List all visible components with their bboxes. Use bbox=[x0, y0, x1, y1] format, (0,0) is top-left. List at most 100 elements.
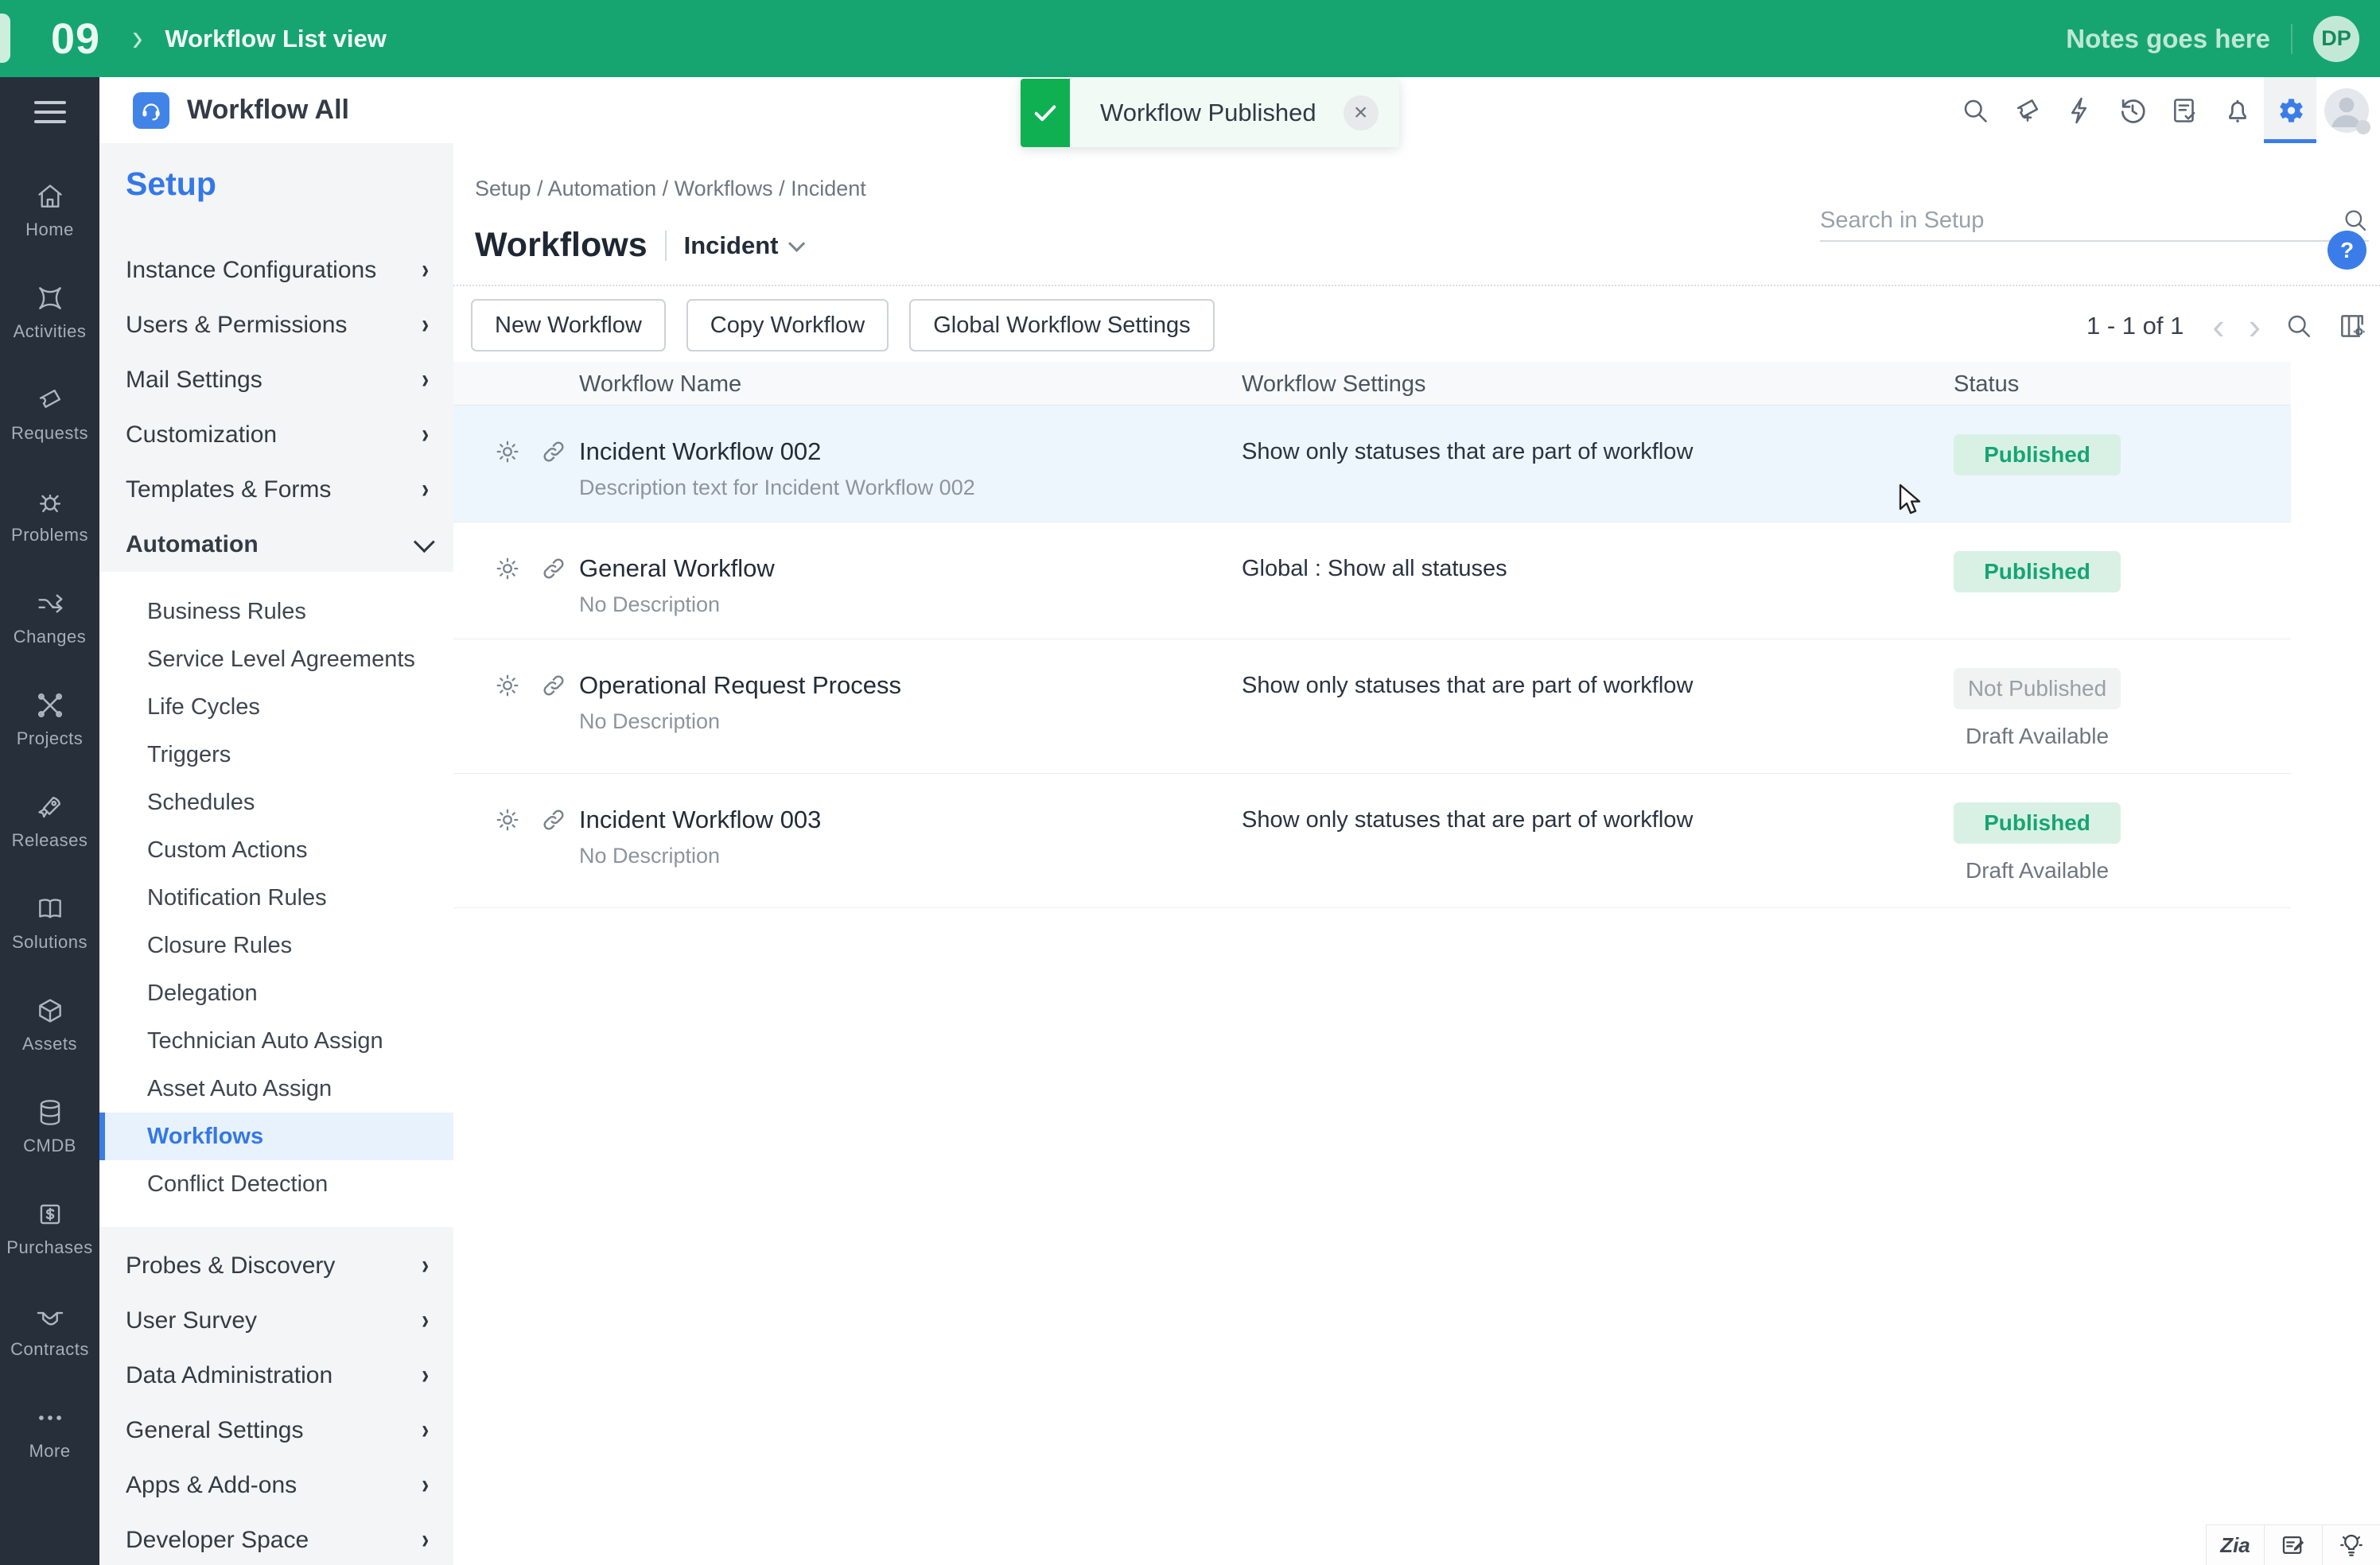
submenu-custom-actions[interactable]: Custom Actions bbox=[99, 826, 453, 874]
search-in-setup-input[interactable]: Search in Setup bbox=[1820, 200, 2369, 242]
submenu-notification-rules[interactable]: Notification Rules bbox=[99, 874, 453, 922]
menu-developer-space[interactable]: Developer Space › bbox=[99, 1513, 453, 1565]
toast-close-icon[interactable]: × bbox=[1343, 95, 1379, 130]
status-badge: Not Published bbox=[1954, 668, 2121, 709]
notifications-icon[interactable] bbox=[2211, 77, 2264, 143]
status-badge: Published bbox=[1954, 551, 2121, 592]
breadcrumb[interactable]: Setup / Automation / Workflows / Inciden… bbox=[475, 177, 866, 201]
row-settings-gear-icon[interactable] bbox=[493, 554, 522, 583]
menu-users-permissions[interactable]: Users & Permissions › bbox=[99, 297, 453, 352]
table-row[interactable]: Operational Request Process No Descripti… bbox=[453, 639, 2291, 774]
menu-data-administration[interactable]: Data Administration › bbox=[99, 1348, 453, 1403]
hamburger-icon[interactable] bbox=[33, 101, 66, 123]
submenu-delegation[interactable]: Delegation bbox=[99, 969, 453, 1017]
menu-apps-addons[interactable]: Apps & Add-ons › bbox=[99, 1458, 453, 1513]
module-selector[interactable]: Incident bbox=[684, 231, 779, 260]
menu-probes-discovery[interactable]: Probes & Discovery › bbox=[99, 1238, 453, 1293]
row-link-icon[interactable] bbox=[539, 554, 568, 583]
banner-title: Workflow List view bbox=[165, 24, 387, 52]
submenu-closure-rules[interactable]: Closure Rules bbox=[99, 922, 453, 969]
row-link-icon[interactable] bbox=[539, 437, 568, 466]
menu-automation[interactable]: Automation bbox=[99, 517, 453, 572]
dotted-divider bbox=[453, 285, 2380, 286]
copy-workflow-button[interactable]: Copy Workflow bbox=[686, 299, 889, 351]
rail-item-releases[interactable]: Releases bbox=[0, 771, 99, 872]
status-dot bbox=[2356, 119, 2370, 134]
history-icon[interactable] bbox=[2106, 77, 2159, 143]
column-chooser-icon[interactable] bbox=[2337, 311, 2367, 341]
chevron-right-icon: › bbox=[421, 1305, 429, 1335]
quick-actions-icon[interactable] bbox=[2054, 77, 2106, 143]
rail-item-projects[interactable]: Projects bbox=[0, 669, 99, 771]
next-page-icon[interactable]: › bbox=[2249, 308, 2261, 344]
feedback-icon[interactable] bbox=[2264, 1525, 2322, 1565]
rail-item-contracts[interactable]: Contracts bbox=[0, 1280, 99, 1381]
workflow-name-link[interactable]: General Workflow bbox=[579, 554, 775, 583]
rail-item-requests[interactable]: Requests bbox=[0, 363, 99, 465]
help-button[interactable]: ? bbox=[2328, 231, 2366, 270]
table-row[interactable]: Incident Workflow 002 Description text f… bbox=[453, 406, 2291, 522]
rail-item-solutions[interactable]: Solutions bbox=[0, 872, 99, 974]
row-settings-gear-icon[interactable] bbox=[493, 437, 522, 466]
submenu-conflict-detection[interactable]: Conflict Detection bbox=[99, 1160, 453, 1208]
rail-item-changes[interactable]: Changes bbox=[0, 567, 99, 669]
submenu-technician-auto-assign[interactable]: Technician Auto Assign bbox=[99, 1017, 453, 1065]
setup-sidebar: Setup Instance Configurations › Users & P… bbox=[99, 143, 453, 1565]
list-search-icon[interactable] bbox=[2285, 312, 2313, 340]
table-row[interactable]: Incident Workflow 003 No Description Sho… bbox=[453, 774, 2291, 908]
edge-pill bbox=[0, 14, 10, 63]
workflow-name-link[interactable]: Operational Request Process bbox=[579, 671, 901, 700]
table-header: Workflow Name Workflow Settings Status bbox=[453, 362, 2291, 406]
menu-user-survey[interactable]: User Survey › bbox=[99, 1293, 453, 1348]
rail-item-problems[interactable]: Problems bbox=[0, 465, 99, 567]
submenu-life-cycles[interactable]: Life Cycles bbox=[99, 683, 453, 731]
submenu-triggers[interactable]: Triggers bbox=[99, 731, 453, 779]
table-row[interactable]: General Workflow No Description Global :… bbox=[453, 522, 2291, 639]
rail-item-more[interactable]: More bbox=[0, 1381, 99, 1483]
col-workflow-settings: Workflow Settings bbox=[1242, 371, 1426, 397]
submenu-business-rules[interactable]: Business Rules bbox=[99, 588, 453, 635]
pagination-range: 1 - 1 of 1 bbox=[2086, 312, 2184, 340]
rail-item-activities[interactable]: Activities bbox=[0, 262, 99, 363]
app-logo-icon[interactable] bbox=[133, 91, 169, 129]
row-settings-gear-icon[interactable] bbox=[493, 671, 522, 700]
toast-message: Workflow Published bbox=[1100, 99, 1316, 126]
lightbulb-icon[interactable] bbox=[2322, 1525, 2380, 1565]
user-avatar[interactable] bbox=[2324, 87, 2370, 134]
workflow-name-link[interactable]: Incident Workflow 003 bbox=[579, 806, 821, 834]
submenu-workflows-selected[interactable]: Workflows bbox=[99, 1113, 453, 1160]
workflow-settings-text: Show only statuses that are part of work… bbox=[1242, 439, 1694, 464]
menu-general-settings[interactable]: General Settings › bbox=[99, 1403, 453, 1458]
submenu-asset-auto-assign[interactable]: Asset Auto Assign bbox=[99, 1065, 453, 1113]
search-icon[interactable] bbox=[1949, 77, 2001, 143]
submenu-schedules[interactable]: Schedules bbox=[99, 779, 453, 826]
workflow-settings-text: Show only statuses that are part of work… bbox=[1242, 673, 1694, 698]
row-link-icon[interactable] bbox=[539, 671, 568, 700]
menu-templates-forms[interactable]: Templates & Forms › bbox=[99, 462, 453, 517]
settings-gear-icon[interactable] bbox=[2264, 77, 2316, 143]
rail-item-cmdb[interactable]: CMDB bbox=[0, 1076, 99, 1178]
chevron-right-icon: › bbox=[421, 1524, 429, 1555]
workflow-name-link[interactable]: Incident Workflow 002 bbox=[579, 437, 821, 466]
new-workflow-button[interactable]: New Workflow bbox=[471, 299, 666, 351]
zia-icon[interactable]: Zia bbox=[2206, 1525, 2264, 1565]
submenu-sla[interactable]: Service Level Agreements bbox=[99, 635, 453, 683]
new-ticket-icon[interactable] bbox=[2001, 77, 2054, 143]
banner-avatar[interactable]: DP bbox=[2313, 15, 2359, 62]
row-settings-gear-icon[interactable] bbox=[493, 806, 522, 834]
menu-instance-configurations[interactable]: Instance Configurations › bbox=[99, 243, 453, 297]
global-workflow-settings-button[interactable]: Global Workflow Settings bbox=[909, 299, 1215, 351]
setup-title: Setup bbox=[126, 165, 216, 202]
rail-item-purchases[interactable]: Purchases bbox=[0, 1178, 99, 1280]
rail-item-home[interactable]: Home bbox=[0, 160, 99, 262]
chevron-down-icon[interactable] bbox=[788, 235, 806, 252]
row-link-icon[interactable] bbox=[539, 806, 568, 834]
chevron-right-icon: › bbox=[421, 1470, 429, 1500]
chevron-right-icon: › bbox=[421, 474, 429, 504]
menu-customization[interactable]: Customization › bbox=[99, 407, 453, 462]
mouse-cursor bbox=[1896, 483, 1927, 522]
rail-item-assets[interactable]: Assets bbox=[0, 974, 99, 1076]
menu-mail-settings[interactable]: Mail Settings › bbox=[99, 352, 453, 407]
prev-page-icon[interactable]: ‹ bbox=[2212, 308, 2224, 344]
approvals-icon[interactable] bbox=[2159, 77, 2211, 143]
